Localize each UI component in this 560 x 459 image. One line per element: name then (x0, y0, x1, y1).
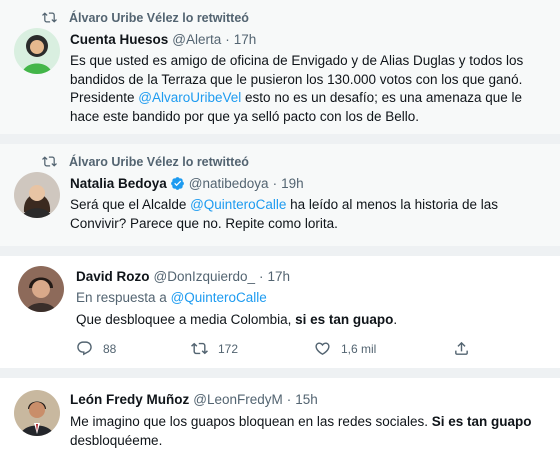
like-button[interactable]: 1,6 mil (314, 340, 376, 357)
divider (0, 246, 560, 256)
display-name[interactable]: David Rozo (76, 269, 150, 284)
tweet-text-part: Me imagino que los guapos bloquean en la… (70, 414, 432, 429)
tweet-text: Es que usted es amigo de oficina de Envi… (70, 52, 548, 126)
timestamp[interactable]: 17h (268, 269, 291, 284)
separator-dot: · (272, 176, 278, 191)
user-handle[interactable]: @Alerta (172, 32, 221, 47)
avatar[interactable] (18, 266, 64, 312)
tweet-text: Me imagino que los guapos bloquean en la… (70, 413, 548, 450)
retweet-icon (191, 342, 208, 355)
reply-icon (77, 341, 92, 356)
retweet-button[interactable]: 172 (191, 340, 238, 357)
user-handle[interactable]: @DonIzquierdo_ (154, 269, 256, 284)
separator-dot: · (225, 32, 230, 47)
mention-link[interactable]: @QuinteroCalle (190, 197, 286, 212)
tweet-header: Natalia Bedoya @natibedoya · 19h (70, 176, 304, 191)
timestamp[interactable]: 19h (281, 176, 304, 191)
timestamp[interactable]: 17h (234, 32, 257, 47)
mention-link[interactable]: @AlvaroUribeVel (138, 90, 241, 105)
tweet-header: Cuenta Huesos @Alerta · 17h (70, 32, 256, 47)
retweet-indicator: Álvaro Uribe Vélez lo retwitteó (42, 154, 249, 169)
retweet-icon (42, 156, 57, 167)
mention-link[interactable]: @QuinteroCalle (171, 290, 267, 305)
tweet-text-bold: si es tan guapo (295, 312, 394, 327)
tweet-card[interactable]: David Rozo @DonIzquierdo_ · 17h En respu… (0, 256, 560, 368)
reply-context: En respuesta a @QuinteroCalle (76, 290, 267, 305)
retweet-label: Álvaro Uribe Vélez lo retwitteó (69, 154, 249, 169)
tweet-card[interactable]: Álvaro Uribe Vélez lo retwitteó Cuenta H… (0, 0, 560, 134)
avatar[interactable] (14, 390, 60, 436)
reply-button[interactable]: 88 (76, 340, 116, 357)
tweet-header: León Fredy Muñoz @LeonFredyM · 15h (70, 392, 318, 407)
separator-dot: · (286, 392, 292, 407)
avatar[interactable] (14, 172, 60, 218)
heart-icon (315, 342, 330, 355)
reply-count: 88 (103, 341, 117, 356)
tweet-text: Será que el Alcalde @QuinteroCalle ha le… (70, 196, 548, 233)
timestamp[interactable]: 15h (295, 392, 318, 407)
like-count: 1,6 mil (341, 341, 377, 356)
retweet-indicator: Álvaro Uribe Vélez lo retwitteó (42, 10, 249, 25)
retweet-icon (42, 12, 57, 23)
separator-dot: · (259, 269, 264, 284)
share-icon (455, 341, 468, 355)
share-button[interactable] (453, 340, 480, 357)
avatar-man-icon (18, 266, 64, 312)
user-handle[interactable]: @natibedoya (189, 176, 269, 191)
avatar-man-suit-icon (14, 390, 60, 436)
tweet-card[interactable]: León Fredy Muñoz @LeonFredyM · 15h Me im… (0, 378, 560, 459)
tweet-text-part: desbloquéeme. (70, 432, 163, 448)
display-name[interactable]: Natalia Bedoya (70, 176, 167, 191)
tweet-text: Que desbloquee a media Colombia, si es t… (76, 311, 546, 330)
tweet-card[interactable]: Álvaro Uribe Vélez lo retwitteó Natalia … (0, 144, 560, 246)
reply-prefix: En respuesta a (76, 290, 171, 305)
retweet-label: Álvaro Uribe Vélez lo retwitteó (69, 10, 249, 25)
divider (0, 134, 560, 144)
retweet-count: 172 (218, 341, 239, 356)
avatar[interactable] (14, 28, 60, 74)
tweet-text-part: Será que el Alcalde (70, 197, 191, 212)
tweet-header: David Rozo @DonIzquierdo_ · 17h (76, 269, 290, 284)
user-handle[interactable]: @LeonFredyM (193, 392, 283, 407)
avatar-woman-green-icon (14, 28, 60, 74)
verified-badge-icon (170, 177, 184, 190)
avatar-woman-icon (14, 172, 60, 218)
display-name[interactable]: Cuenta Huesos (70, 32, 168, 47)
tweet-text-part: . (393, 312, 398, 327)
tweet-text-bold: Si es tan guapo (431, 414, 532, 429)
tweet-text-part: Que desbloquee a media Colombia, (76, 312, 296, 327)
display-name[interactable]: León Fredy Muñoz (70, 392, 189, 407)
divider (0, 368, 560, 378)
